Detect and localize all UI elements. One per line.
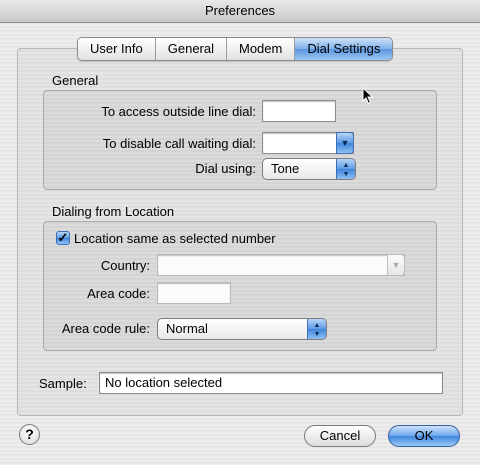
tab-dial-settings[interactable]: Dial Settings <box>295 38 393 60</box>
area-code-label: Area code: <box>87 286 150 301</box>
call-waiting-combo[interactable]: ▼ <box>262 132 354 154</box>
mouse-pointer-icon <box>362 87 374 105</box>
up-down-arrows-icon: ▲ ▼ <box>336 159 355 179</box>
area-code-input[interactable] <box>157 282 231 304</box>
ok-button[interactable]: OK <box>388 425 460 447</box>
call-waiting-label: To disable call waiting dial: <box>102 136 256 151</box>
location-same-checkbox[interactable]: ✓ <box>56 231 70 245</box>
checkmark-icon: ✓ <box>57 230 69 245</box>
general-group-title: General <box>52 73 99 88</box>
dial-using-value: Tone <box>271 161 300 176</box>
sample-field: No location selected <box>99 372 443 394</box>
help-button[interactable]: ? <box>19 424 40 445</box>
tab-user-info[interactable]: User Info <box>78 38 156 60</box>
area-code-rule-label: Area code rule: <box>61 321 150 336</box>
area-code-rule-value: Normal <box>166 321 208 336</box>
cancel-button[interactable]: Cancel <box>304 425 376 447</box>
location-group-title: Dialing from Location <box>52 204 175 219</box>
outside-line-label: To access outside line dial: <box>101 104 256 119</box>
tab-general[interactable]: General <box>155 38 227 60</box>
dial-using-label: Dial using: <box>195 161 256 176</box>
dial-using-popup[interactable]: Tone ▲ ▼ <box>262 158 356 180</box>
sample-label: Sample: <box>39 376 87 391</box>
window-title: Preferences <box>0 0 480 23</box>
chevron-down-icon[interactable]: ▼ <box>387 254 405 276</box>
tab-bar: User Info General Modem Dial Settings <box>77 37 394 61</box>
chevron-down-icon[interactable]: ▼ <box>336 132 354 154</box>
location-same-label[interactable]: Location same as selected number <box>74 231 276 246</box>
outside-line-input[interactable] <box>262 100 336 122</box>
tab-modem[interactable]: Modem <box>227 38 296 60</box>
area-code-rule-popup[interactable]: Normal ▲ ▼ <box>157 318 327 340</box>
country-label: Country: <box>100 258 150 273</box>
up-down-arrows-icon: ▲ ▼ <box>307 319 326 339</box>
country-combo[interactable]: ▼ <box>157 254 405 276</box>
